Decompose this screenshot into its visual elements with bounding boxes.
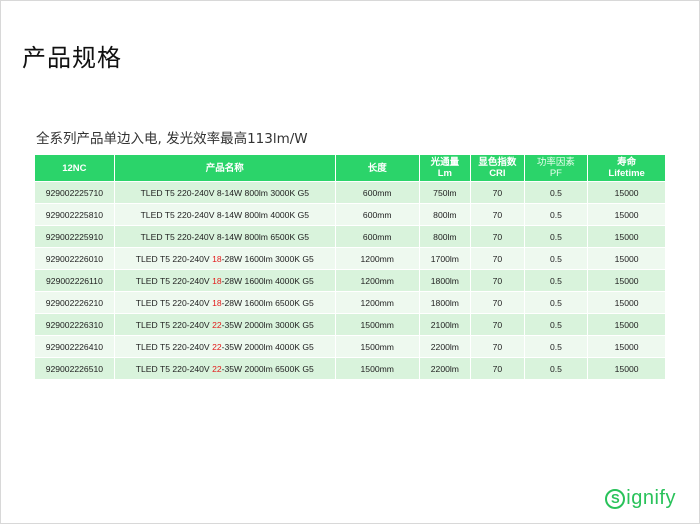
cell-12nc: 929002226410 [35,336,114,357]
table-row: 929002225810 TLED T5 220-240V 8-14W 800l… [35,204,665,225]
cell-product-name: TLED T5 220-240V 22-35W 2000lm 4000K G5 [114,336,335,357]
header-lifetime: 寿命 Lifetime [588,155,665,181]
cell-pf: 0.5 [524,204,588,225]
logo-wordmark: ignify [626,487,676,509]
header-cri: 显色指数 CRI [471,155,524,181]
cell-cri: 70 [471,248,524,269]
cell-product-name: TLED T5 220-240V 8-14W 800lm 3000K G5 [114,182,335,203]
cell-lifetime: 15000 [588,226,665,247]
table-row: 929002226510 TLED T5 220-240V 22-35W 200… [35,358,665,379]
table-row: 929002226210 TLED T5 220-240V 18-28W 160… [35,292,665,313]
table-row: 929002225710 TLED T5 220-240V 8-14W 800l… [35,182,665,203]
cell-product-name: TLED T5 220-240V 18-28W 1600lm 3000K G5 [114,248,335,269]
cell-length: 1200mm [335,270,419,291]
header-pf: 功率因素 PF [524,155,588,181]
cell-lumen: 800lm [419,204,471,225]
cell-product-name: TLED T5 220-240V 22-35W 2000lm 6500K G5 [114,358,335,379]
cell-product-name: TLED T5 220-240V 18-28W 1600lm 6500K G5 [114,292,335,313]
table-header-row: 12NC 产品名称 长度 光通量 Lm 显色指数 CRI 功率因素 PF 寿命 Life… [35,155,665,181]
cell-pf: 0.5 [524,336,588,357]
cell-12nc: 929002226110 [35,270,114,291]
table-row: 929002226410 TLED T5 220-240V 22-35W 200… [35,336,665,357]
cell-cri: 70 [471,204,524,225]
cell-length: 600mm [335,182,419,203]
cell-lumen: 2200lm [419,358,471,379]
cell-lumen: 1800lm [419,292,471,313]
cell-cri: 70 [471,314,524,335]
cell-lifetime: 15000 [588,336,665,357]
cell-lumen: 2200lm [419,336,471,357]
cell-lifetime: 15000 [588,314,665,335]
page-subtitle: 全系列产品单边入电, 发光效率最高113lm/W [36,131,308,147]
cell-12nc: 929002226210 [35,292,114,313]
cell-lumen: 2100lm [419,314,471,335]
cell-12nc: 929002225810 [35,204,114,225]
cell-cri: 70 [471,270,524,291]
table-row: 929002226010 TLED T5 220-240V 18-28W 160… [35,248,665,269]
cell-pf: 0.5 [524,182,588,203]
cell-lumen: 1700lm [419,248,471,269]
cell-length: 1500mm [335,314,419,335]
header-product-name: 产品名称 [114,155,335,181]
cell-cri: 70 [471,358,524,379]
cell-lifetime: 15000 [588,358,665,379]
cell-length: 1500mm [335,358,419,379]
cell-length: 1200mm [335,292,419,313]
cell-lifetime: 15000 [588,204,665,225]
cell-12nc: 929002226510 [35,358,114,379]
header-12nc: 12NC [35,155,114,181]
cell-lifetime: 15000 [588,270,665,291]
cell-pf: 0.5 [524,358,588,379]
cell-lifetime: 15000 [588,182,665,203]
signify-s-icon: S [605,488,626,509]
cell-cri: 70 [471,336,524,357]
header-length: 长度 [335,155,419,181]
cell-lifetime: 15000 [588,292,665,313]
cell-cri: 70 [471,226,524,247]
page-title: 产品规格 [22,44,122,72]
cell-pf: 0.5 [524,314,588,335]
cell-length: 1200mm [335,248,419,269]
cell-product-name: TLED T5 220-240V 8-14W 800lm 6500K G5 [114,226,335,247]
cell-12nc: 929002225910 [35,226,114,247]
cell-lumen: 750lm [419,182,471,203]
cell-length: 1500mm [335,336,419,357]
cell-product-name: TLED T5 220-240V 22-35W 2000lm 3000K G5 [114,314,335,335]
cell-length: 600mm [335,226,419,247]
signify-logo: S ignify [605,487,676,510]
cell-product-name: TLED T5 220-240V 18-28W 1600lm 4000K G5 [114,270,335,291]
cell-lumen: 1800lm [419,270,471,291]
cell-lumen: 800lm [419,226,471,247]
cell-pf: 0.5 [524,226,588,247]
cell-12nc: 929002226310 [35,314,114,335]
table-row: 929002226110 TLED T5 220-240V 18-28W 160… [35,270,665,291]
cell-length: 600mm [335,204,419,225]
cell-cri: 70 [471,182,524,203]
cell-pf: 0.5 [524,270,588,291]
cell-12nc: 929002226010 [35,248,114,269]
cell-cri: 70 [471,292,524,313]
table-row: 929002225910 TLED T5 220-240V 8-14W 800l… [35,226,665,247]
cell-pf: 0.5 [524,292,588,313]
cell-pf: 0.5 [524,248,588,269]
table-row: 929002226310 TLED T5 220-240V 22-35W 200… [35,314,665,335]
spec-table: 12NC 产品名称 长度 光通量 Lm 显色指数 CRI 功率因素 PF 寿命 Life… [34,154,666,380]
cell-lifetime: 15000 [588,248,665,269]
cell-12nc: 929002225710 [35,182,114,203]
header-lumen: 光通量 Lm [419,155,471,181]
cell-product-name: TLED T5 220-240V 8-14W 800lm 4000K G5 [114,204,335,225]
